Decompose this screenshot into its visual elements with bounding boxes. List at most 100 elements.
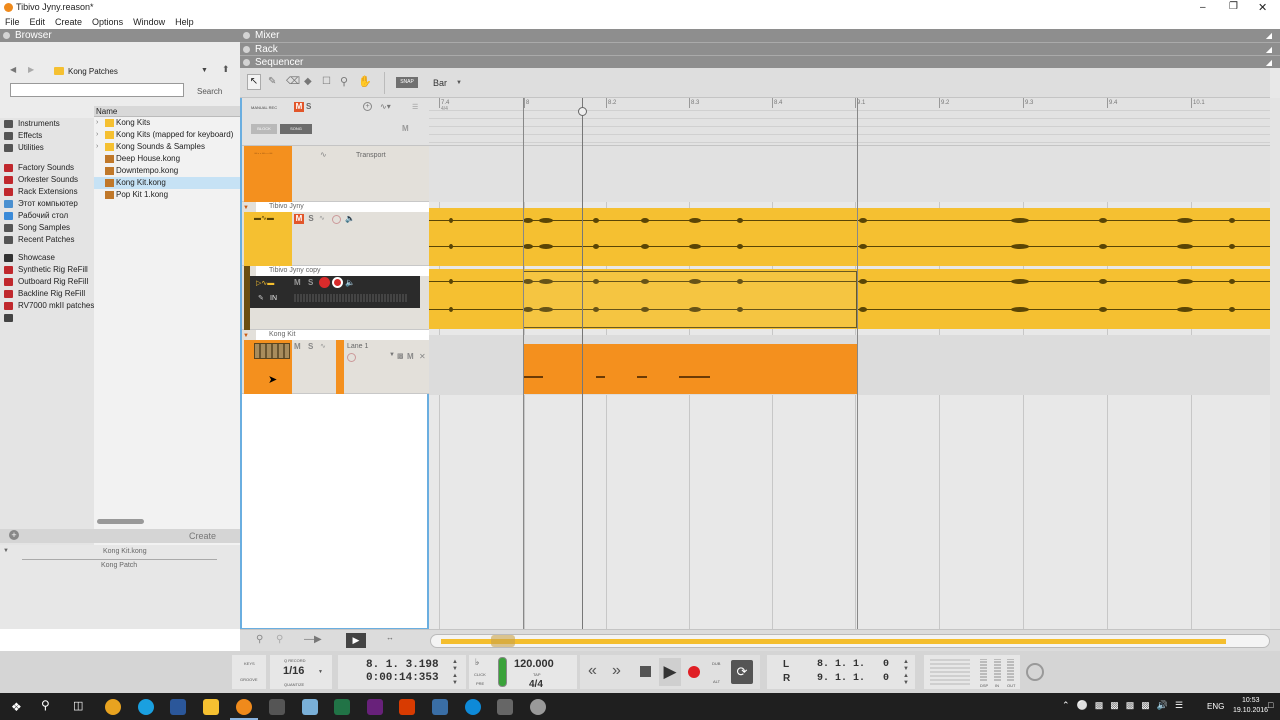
name-column-header[interactable]: Name: [94, 106, 240, 117]
note[interactable]: [596, 376, 605, 378]
skype-icon[interactable]: [138, 699, 154, 715]
tray-icons[interactable]: ⌃⚪▩▩▩▩🔊☰: [1062, 700, 1190, 711]
place-item[interactable]: Instruments: [0, 118, 94, 130]
monitor-icon[interactable]: 🔈: [345, 278, 355, 287]
menu-window[interactable]: Window: [128, 15, 170, 29]
expand-icon[interactable]: ›: [96, 117, 98, 129]
left-locator[interactable]: [523, 98, 524, 629]
audio-track-copy-header[interactable]: ▼ Tibivo Jyny copy ▷∿▬ M S 🔈 ✎ IN: [242, 266, 429, 330]
quantize-value-dropdown[interactable]: 1/16: [283, 665, 304, 677]
keys-button[interactable]: KEYS: [244, 661, 255, 666]
browser-header[interactable]: Browser: [0, 29, 240, 42]
record-button[interactable]: [688, 666, 700, 678]
loop-button[interactable]: ⟳: [731, 660, 753, 684]
file-row[interactable]: Pop Kit 1.kong: [94, 189, 240, 201]
transport-track-header[interactable]: ▼ −··−··− ∿ Transport: [242, 146, 429, 202]
file-row[interactable]: › Kong Kits: [94, 117, 240, 129]
lane-menu-icon[interactable]: ▼: [389, 352, 395, 358]
minimize-icon[interactable]: –: [1200, 2, 1206, 13]
file-row[interactable]: Kong Kit.kong: [94, 177, 240, 189]
eraser-tool-icon[interactable]: ⌫: [286, 76, 300, 87]
close-icon[interactable]: ✕: [419, 352, 426, 361]
place-item[interactable]: Factory Sounds: [0, 162, 94, 174]
signature-display[interactable]: 4/4: [529, 679, 543, 690]
lane-mute-button[interactable]: M: [407, 352, 414, 361]
q-record-label[interactable]: Q RECORD: [284, 658, 306, 663]
hand-tool-icon[interactable]: ✋: [358, 75, 372, 88]
time-display[interactable]: 0:00:14:353: [366, 672, 439, 684]
note[interactable]: [637, 376, 647, 378]
locator-stepper-icon[interactable]: ▲ ▼ ▲ ▼: [903, 659, 909, 687]
input-language[interactable]: ENG: [1207, 702, 1224, 711]
add-favorite-item[interactable]: [0, 312, 94, 324]
collapse-icon[interactable]: ▼: [3, 548, 9, 554]
place-item[interactable]: Effects: [0, 130, 94, 142]
file-row[interactable]: Deep House.kong: [94, 153, 240, 165]
metronome-icon[interactable]: ♭: [475, 657, 479, 668]
record-enable-button[interactable]: [332, 277, 343, 288]
forward-arrow-icon[interactable]: ▶: [28, 65, 34, 74]
add-icon[interactable]: +: [9, 530, 19, 540]
lane-record-icon[interactable]: [347, 353, 356, 362]
snap-value-dropdown[interactable]: Bar: [433, 78, 447, 88]
office-icon[interactable]: [399, 699, 415, 715]
explorer-icon[interactable]: [203, 699, 219, 715]
place-item[interactable]: Utilities: [0, 142, 94, 154]
follow-playhead-button[interactable]: ▶: [346, 633, 366, 648]
search-icon[interactable]: ⚲: [41, 698, 50, 712]
place-item[interactable]: Recent Patches: [0, 234, 94, 246]
task-view-icon[interactable]: ◫: [73, 699, 83, 712]
tempo-display[interactable]: 120.000: [514, 658, 554, 670]
place-item[interactable]: Orkester Sounds: [0, 174, 94, 186]
file-row[interactable]: Downtempo.kong: [94, 165, 240, 177]
input-selector[interactable]: IN: [270, 295, 277, 302]
zoom-out-icon[interactable]: ⚲: [256, 634, 263, 645]
solo-button[interactable]: S: [306, 214, 316, 224]
clock-time[interactable]: 10:53: [1242, 697, 1260, 704]
file-row[interactable]: › Kong Sounds & Samples: [94, 141, 240, 153]
expand-icon[interactable]: ›: [96, 141, 98, 153]
ruler[interactable]: 7.4 8 8.2 8.3 8.4 9.1 9.2 9.3 9.4 10.1 4/4: [429, 98, 1280, 146]
right-locator[interactable]: [857, 98, 858, 629]
close-icon[interactable]: ✕: [1258, 1, 1267, 14]
place-item[interactable]: Outboard Rig ReFill: [0, 276, 94, 288]
alt-button[interactable]: ALT: [713, 679, 720, 684]
excel-icon[interactable]: [334, 699, 350, 715]
zoom-fit-icon[interactable]: ↔: [386, 633, 394, 642]
audio-track-header[interactable]: ▼ Tibivo Jyny ▬∿▬ M S ∿ 🔈: [242, 202, 429, 266]
stop-button[interactable]: [640, 666, 651, 677]
menu-edit[interactable]: Edit: [25, 15, 51, 29]
tap-button[interactable]: TAP: [533, 672, 540, 677]
snap-button[interactable]: SNAP: [396, 77, 418, 88]
solo-button[interactable]: S: [308, 278, 313, 287]
selected-clip-outline[interactable]: [523, 271, 857, 328]
back-arrow-icon[interactable]: ◀: [10, 65, 16, 74]
place-item[interactable]: Synthetic Rig ReFill: [0, 264, 94, 276]
lane-name[interactable]: Lane 1: [347, 343, 368, 350]
menu-options[interactable]: Options: [87, 15, 128, 29]
position-display[interactable]: 8. 1. 3.198: [366, 659, 439, 671]
master-mute-button[interactable]: M: [294, 102, 304, 112]
zoom-in-icon[interactable]: ⚲: [276, 634, 283, 645]
notes-icon[interactable]: [302, 699, 318, 715]
record-enable-icon[interactable]: [332, 215, 341, 224]
collapse-icon[interactable]: ▼: [243, 205, 249, 211]
chevron-down-icon[interactable]: ▼: [201, 67, 208, 74]
song-button[interactable]: SONG: [280, 124, 312, 134]
mute-tool-icon[interactable]: ☐: [322, 76, 331, 87]
place-item[interactable]: Song Samples: [0, 222, 94, 234]
input-edit-icon[interactable]: ✎: [258, 294, 264, 302]
app-icon[interactable]: [530, 699, 546, 715]
clock-app-icon[interactable]: [465, 699, 481, 715]
audio-track-copy-name[interactable]: Tibivo Jyny copy: [269, 267, 320, 274]
master-solo-button[interactable]: S: [306, 102, 311, 111]
search-button[interactable]: Search: [197, 87, 222, 96]
mute-button[interactable]: M: [294, 342, 301, 351]
razor-tool-icon[interactable]: ◆: [304, 76, 312, 87]
arrange-area[interactable]: 7.4 8 8.2 8.3 8.4 9.1 9.2 9.3 9.4 10.1 4/4: [429, 98, 1280, 629]
maximize-icon[interactable]: ❐: [1229, 1, 1238, 12]
horizontal-scrollbar[interactable]: [97, 519, 144, 524]
click-level-slider[interactable]: [498, 657, 507, 687]
vertical-scrollbar[interactable]: [1270, 98, 1280, 629]
up-arrow-icon[interactable]: ⬆: [222, 64, 230, 75]
